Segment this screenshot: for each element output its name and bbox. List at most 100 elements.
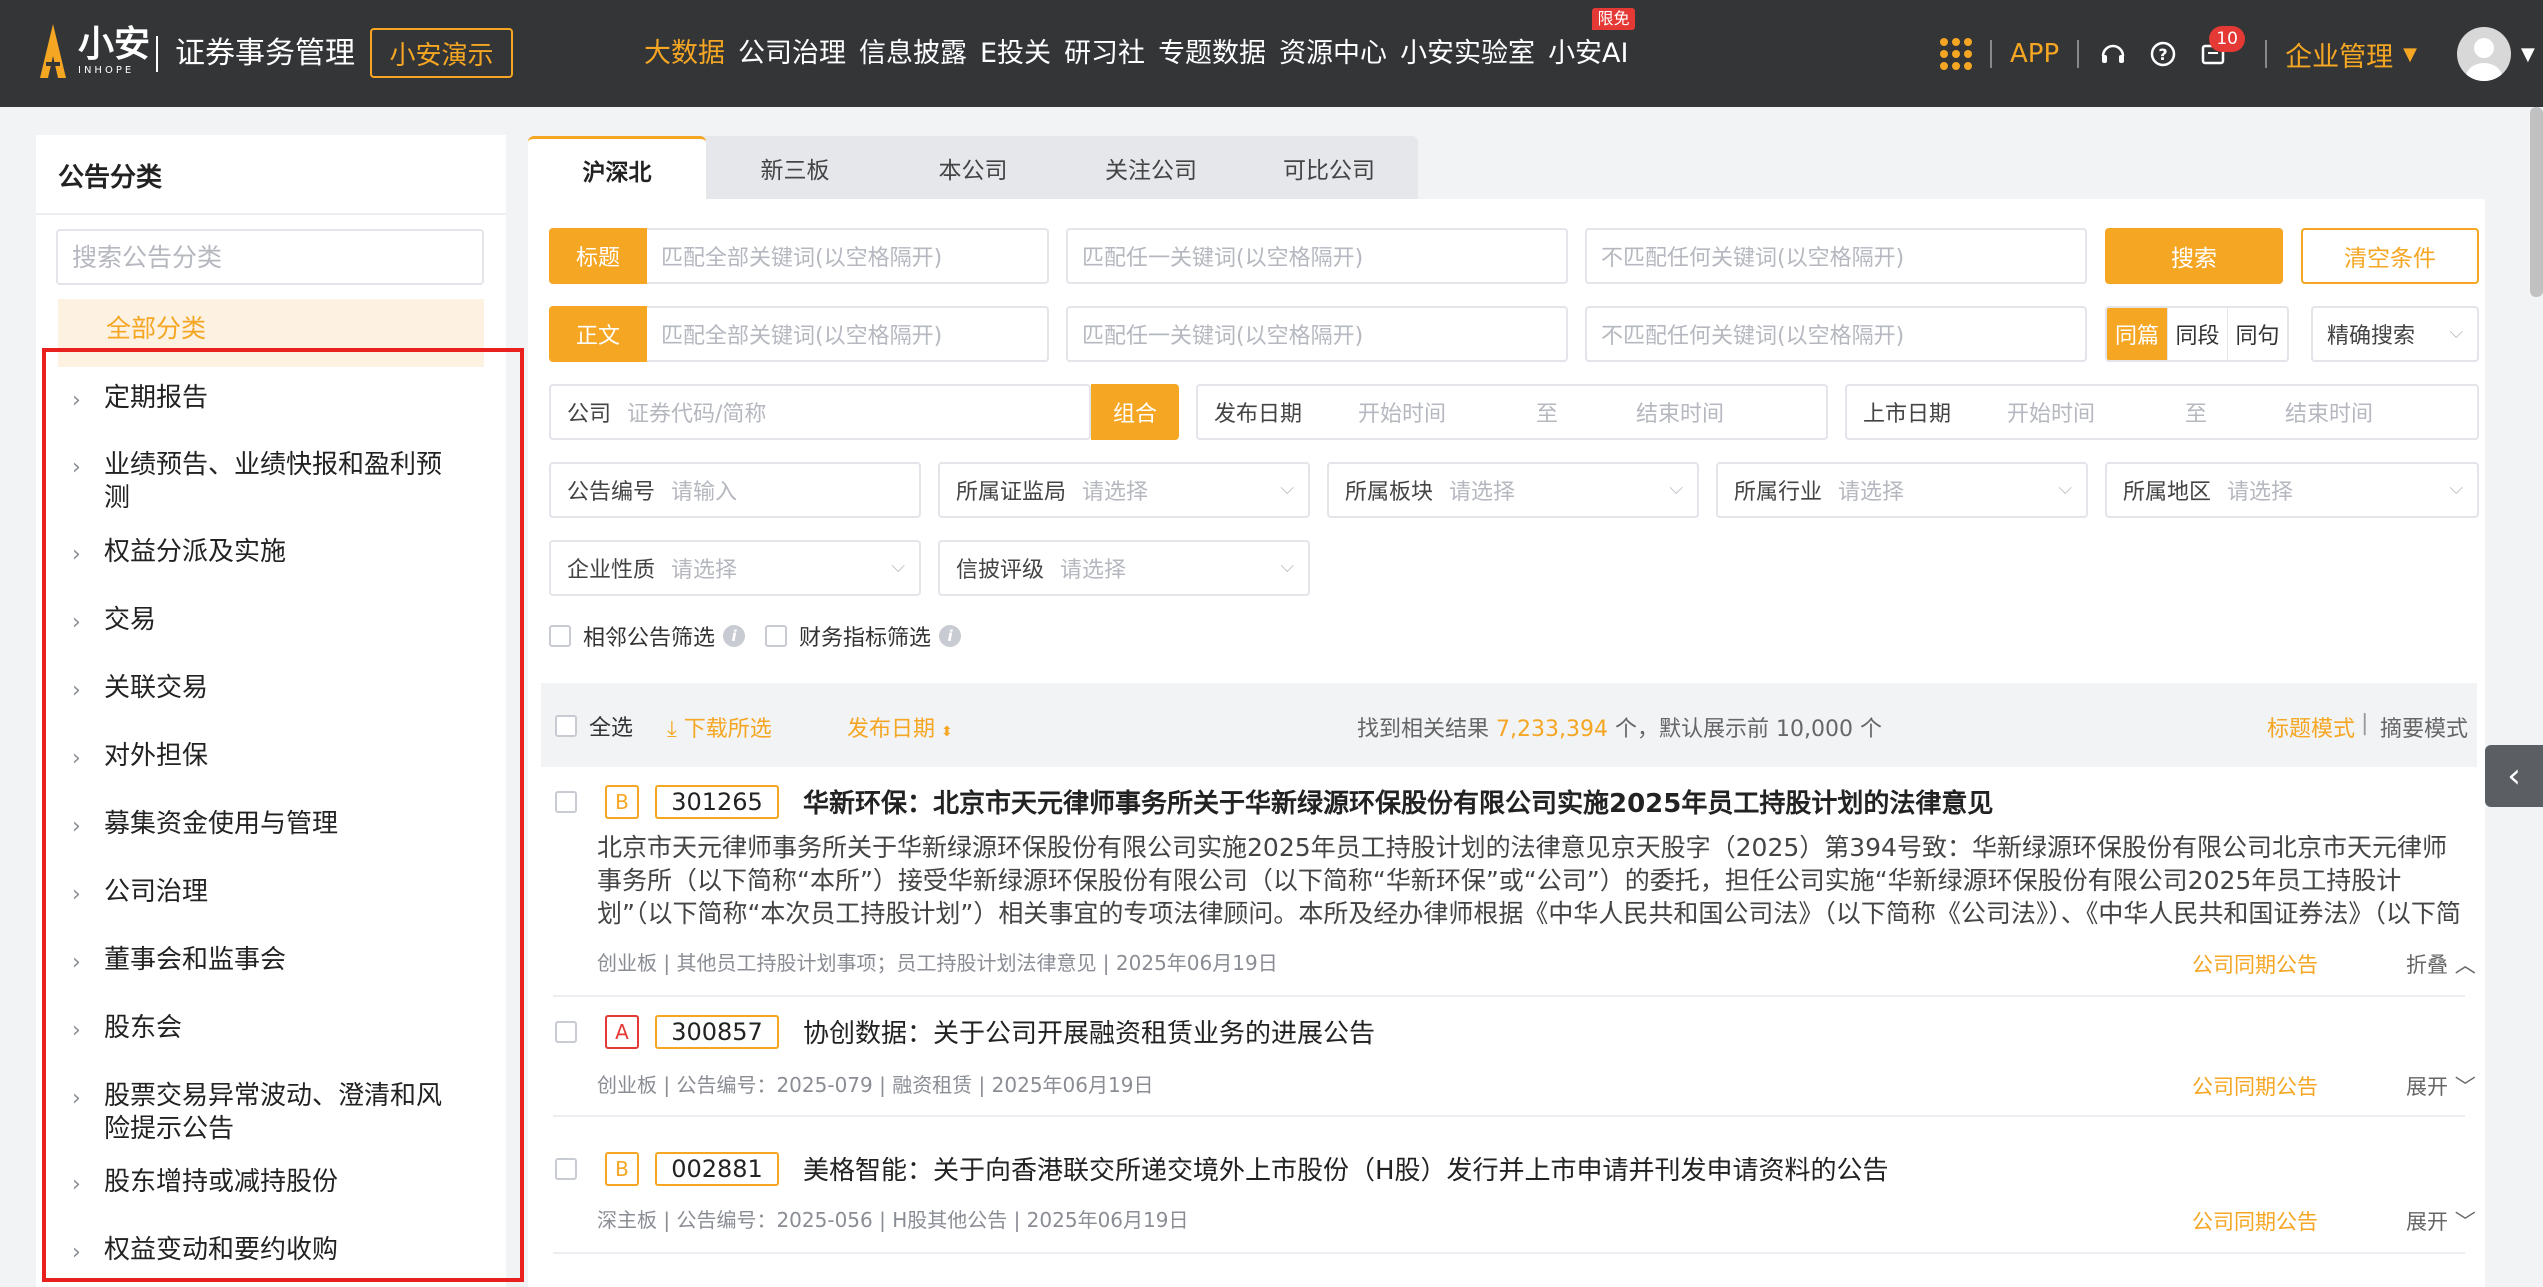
expand-toggle[interactable]: 展开 ﹀ (2406, 1206, 2476, 1236)
main-nav: 大数据 公司治理 信息披露 E投关 研习社 专题数据 资源中心 小安实验室 小安… (644, 8, 1642, 76)
nav-resources[interactable]: 资源中心 (1279, 32, 1387, 76)
result-title[interactable]: 协创数据：关于公司开展融资租赁业务的进展公告 (803, 1013, 1375, 1050)
org-menu[interactable]: 企业管理 ▼ (2285, 35, 2417, 74)
caret-down-icon[interactable]: ▼ (2521, 44, 2535, 65)
same-period-link[interactable]: 公司同期公告 (2192, 949, 2318, 979)
title-match-all-input[interactable]: 匹配全部关键词(以空格隔开) (647, 228, 1049, 284)
search-button[interactable]: 搜索 (2105, 228, 2283, 284)
count-prefix: 找到相关结果 (1357, 717, 1490, 742)
same-period-link[interactable]: 公司同期公告 (2192, 1071, 2318, 1101)
placeholder: 结束时间 (2285, 402, 2374, 427)
chevron-down-icon: ⌵ (2449, 322, 2463, 343)
nav-big-data[interactable]: 大数据 (644, 32, 725, 76)
disclosure-rating-select[interactable]: 信披评级 请选择 ⌵ (938, 540, 1310, 596)
adjacent-filter-checkbox[interactable]: 相邻公告筛选 i (549, 620, 746, 652)
company-input[interactable]: 公司 证券代码/简称 (549, 384, 1091, 440)
grade-badge: B (605, 784, 639, 819)
nav-study[interactable]: 研习社 (1064, 32, 1145, 76)
stock-code[interactable]: 002881 (655, 1151, 779, 1186)
checkbox[interactable] (555, 1020, 577, 1043)
title-tag: 标题 (549, 228, 647, 284)
checkbox[interactable] (555, 715, 577, 737)
nav-topic-data[interactable]: 专题数据 (1158, 32, 1266, 76)
result-title[interactable]: 美格智能：关于向香港联交所递交境外上市股份（H股）发行并上市申请并刊发申请资料的… (803, 1150, 1889, 1187)
result-count: 找到相关结果 7,233,394 个，默认展示前 10,000 个 (1357, 711, 1882, 743)
info-icon[interactable]: i (723, 625, 746, 647)
app-link[interactable]: APP (2010, 39, 2059, 69)
apps-grid-icon[interactable] (1940, 38, 1972, 70)
checkbox[interactable] (555, 1157, 577, 1180)
help-icon[interactable]: ? (2147, 38, 2179, 70)
scope-same-sentence[interactable]: 同句 (2227, 308, 2287, 360)
combo-button[interactable]: 组合 (1091, 384, 1179, 440)
board-select[interactable]: 所属板块 请选择 ⌵ (1327, 462, 1699, 518)
body-match-all-input[interactable]: 匹配全部关键词(以空格隔开) (647, 306, 1049, 362)
scope-same-paragraph[interactable]: 同段 (2167, 308, 2227, 360)
clear-button[interactable]: 清空条件 (2301, 228, 2479, 284)
field-label: 公司 (567, 402, 612, 427)
nav-lab[interactable]: 小安实验室 (1400, 32, 1535, 76)
tab-comparable[interactable]: 可比公司 (1240, 136, 1418, 200)
logo[interactable]: 小安 INHOPE (36, 22, 150, 80)
announcement-no-input[interactable]: 公告编号 请输入 (549, 462, 921, 518)
divider (553, 995, 2465, 997)
placeholder: 结束时间 (1636, 402, 1725, 427)
nav-e-investor[interactable]: E投关 (980, 32, 1051, 76)
sort-publish-date[interactable]: 发布日期 ⬍ (847, 711, 953, 743)
finance-filter-checkbox[interactable]: 财务指标筛选 i (765, 620, 962, 652)
download-icon: ⤓ (667, 717, 684, 742)
checkbox[interactable] (549, 625, 571, 647)
listing-date-range[interactable]: 上市日期 开始时间 至 结束时间 (1845, 384, 2479, 440)
info-icon[interactable]: i (939, 625, 962, 647)
chevron-down-icon: ⌵ (2449, 478, 2463, 499)
csrc-select[interactable]: 所属证监局 请选择 ⌵ (938, 462, 1310, 518)
message-icon[interactable]: 10 (2197, 26, 2246, 70)
result-meta: 创业板 | 公告编号：2025-079 | 融资租赁 | 2025年06月19日 (597, 1073, 1154, 1097)
same-period-link[interactable]: 公司同期公告 (2192, 1206, 2318, 1236)
nav-governance[interactable]: 公司治理 (738, 32, 846, 76)
tab-own-company[interactable]: 本公司 (884, 136, 1062, 200)
tab-neeq[interactable]: 新三板 (706, 136, 884, 200)
collapse-toggle[interactable]: 折叠 ︿ (2406, 949, 2476, 979)
checkbox[interactable] (765, 625, 787, 647)
divider (36, 213, 506, 215)
title-match-none-input[interactable]: 不匹配任何关键词(以空格隔开) (1585, 228, 2087, 284)
free-badge: 限免 (1592, 8, 1635, 30)
stock-code[interactable]: 300857 (655, 1014, 779, 1049)
category-all[interactable]: 全部分类 (58, 299, 484, 367)
header-tools: APP ? 10 企业管理 ▼ ▼ (1940, 26, 2535, 82)
svg-text:?: ? (2159, 45, 2168, 64)
precise-search-select[interactable]: 精确搜索 ⌵ (2311, 306, 2479, 362)
tab-watchlist[interactable]: 关注公司 (1062, 136, 1240, 200)
stock-code[interactable]: 301265 (655, 784, 779, 819)
scope-same-article[interactable]: 同篇 (2107, 308, 2167, 360)
category-search-input[interactable] (56, 229, 484, 285)
enterprise-nature-select[interactable]: 企业性质 请选择 ⌵ (549, 540, 921, 596)
publish-date-range[interactable]: 发布日期 开始时间 至 结束时间 (1196, 384, 1828, 440)
industry-select[interactable]: 所属行业 请选择 ⌵ (1716, 462, 2088, 518)
category-label: 股东增持或减持股份 (104, 1167, 339, 1197)
body-match-none-input[interactable]: 不匹配任何关键词(以空格隔开) (1585, 306, 2087, 362)
result-title[interactable]: 华新环保：北京市天元律师事务所关于华新绿源环保股份有限公司实施2025年员工持股… (803, 783, 1993, 820)
region-select[interactable]: 所属地区 请选择 ⌵ (2105, 462, 2479, 518)
nav-ai[interactable]: 小安AI 限免 (1548, 8, 1635, 76)
scrollbar[interactable] (2530, 107, 2543, 297)
tab-shsz-bj[interactable]: 沪深北 (528, 136, 706, 200)
demo-button[interactable]: 小安演示 (370, 28, 513, 78)
headset-icon[interactable] (2097, 38, 2129, 70)
expand-toggle[interactable]: 展开 ﹀ (2406, 1071, 2476, 1101)
chevron-right-icon: › (72, 1086, 81, 1111)
body-match-any-input[interactable]: 匹配任一关键词(以空格隔开) (1066, 306, 1568, 362)
select-all-checkbox[interactable]: 全选 (555, 710, 633, 742)
top-navbar: 小安 INHOPE 证券事务管理 小安演示 大数据 公司治理 信息披露 E投关 … (0, 0, 2543, 107)
collapse-panel-button[interactable]: ‹ (2485, 745, 2543, 807)
download-selected-button[interactable]: ⤓ 下载所选 (667, 711, 772, 743)
checkbox[interactable] (555, 790, 577, 813)
mode-title[interactable]: 标题模式 (2267, 711, 2355, 743)
count-value: 7,233,394 (1496, 717, 1608, 742)
mode-abstract[interactable]: 摘要模式 (2380, 711, 2468, 743)
nav-disclosure[interactable]: 信息披露 (859, 32, 967, 76)
avatar[interactable] (2457, 27, 2511, 81)
title-match-any-input[interactable]: 匹配任一关键词(以空格隔开) (1066, 228, 1568, 284)
divider (553, 1115, 2465, 1117)
